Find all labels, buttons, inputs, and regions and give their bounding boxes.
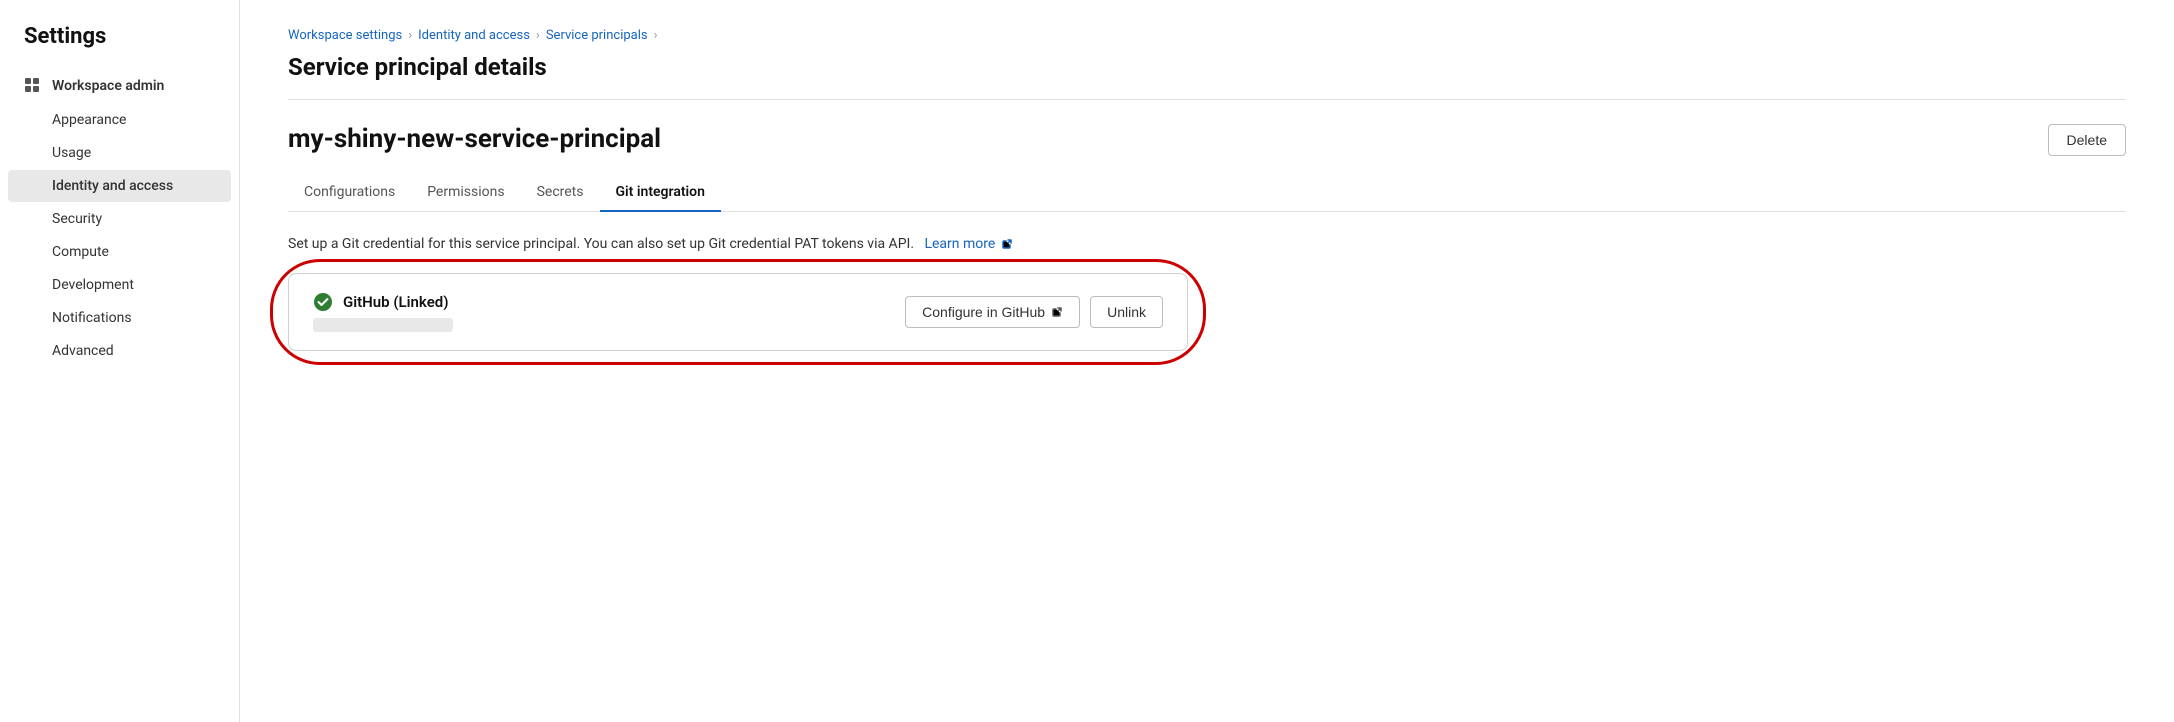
configure-in-github-button[interactable]: Configure in GitHub xyxy=(905,296,1080,328)
app-title: Settings xyxy=(0,24,239,69)
breadcrumb-sep-3: › xyxy=(654,28,658,43)
unlink-button[interactable]: Unlink xyxy=(1090,296,1163,328)
github-title: GitHub (Linked) xyxy=(313,292,453,312)
sidebar-item-usage[interactable]: Usage xyxy=(8,137,231,169)
configure-external-link-icon xyxy=(1051,306,1063,318)
github-card: GitHub (Linked) Configure in GitHub Unli… xyxy=(288,273,1188,351)
sp-header: my-shiny-new-service-principal Delete xyxy=(288,124,2126,156)
tab-configurations[interactable]: Configurations xyxy=(288,174,411,212)
tab-git-integration[interactable]: Git integration xyxy=(600,174,721,212)
main-content: Workspace settings › Identity and access… xyxy=(240,0,2174,722)
external-link-icon xyxy=(1001,238,1013,250)
check-circle-icon xyxy=(313,292,333,312)
sidebar-item-notifications[interactable]: Notifications xyxy=(8,302,231,334)
sp-name: my-shiny-new-service-principal xyxy=(288,124,661,154)
breadcrumb-sep-2: › xyxy=(536,28,540,43)
github-actions: Configure in GitHub Unlink xyxy=(905,296,1163,328)
sidebar-item-identity-and-access[interactable]: Identity and access xyxy=(8,170,231,202)
sidebar-section-workspace-admin[interactable]: Workspace admin xyxy=(0,69,239,103)
breadcrumb-service-principals[interactable]: Service principals xyxy=(546,28,648,43)
breadcrumb-workspace[interactable]: Workspace settings xyxy=(288,28,402,43)
tab-secrets[interactable]: Secrets xyxy=(521,174,600,212)
github-masked-text xyxy=(313,318,453,332)
breadcrumb-sep-1: › xyxy=(408,28,412,43)
learn-more-link[interactable]: Learn more xyxy=(921,236,1013,252)
sidebar-item-compute[interactable]: Compute xyxy=(8,236,231,268)
tabs: Configurations Permissions Secrets Git i… xyxy=(288,174,2126,212)
github-name: GitHub (Linked) xyxy=(343,293,448,311)
divider xyxy=(288,99,2126,100)
github-card-wrapper: GitHub (Linked) Configure in GitHub Unli… xyxy=(288,273,1188,351)
page-title: Service principal details xyxy=(288,53,2126,81)
sidebar: Settings Workspace admin Appearance Usag… xyxy=(0,0,240,722)
grid-icon xyxy=(24,77,42,95)
breadcrumb: Workspace settings › Identity and access… xyxy=(288,28,2126,43)
github-info: GitHub (Linked) xyxy=(313,292,453,332)
sidebar-item-advanced[interactable]: Advanced xyxy=(8,335,231,367)
sidebar-item-security[interactable]: Security xyxy=(8,203,231,235)
sidebar-item-appearance[interactable]: Appearance xyxy=(8,104,231,136)
delete-button[interactable]: Delete xyxy=(2048,124,2126,156)
breadcrumb-identity[interactable]: Identity and access xyxy=(418,28,530,43)
sidebar-item-development[interactable]: Development xyxy=(8,269,231,301)
tab-permissions[interactable]: Permissions xyxy=(411,174,520,212)
git-info-text: Set up a Git credential for this service… xyxy=(288,234,2126,255)
workspace-admin-label: Workspace admin xyxy=(52,78,164,94)
